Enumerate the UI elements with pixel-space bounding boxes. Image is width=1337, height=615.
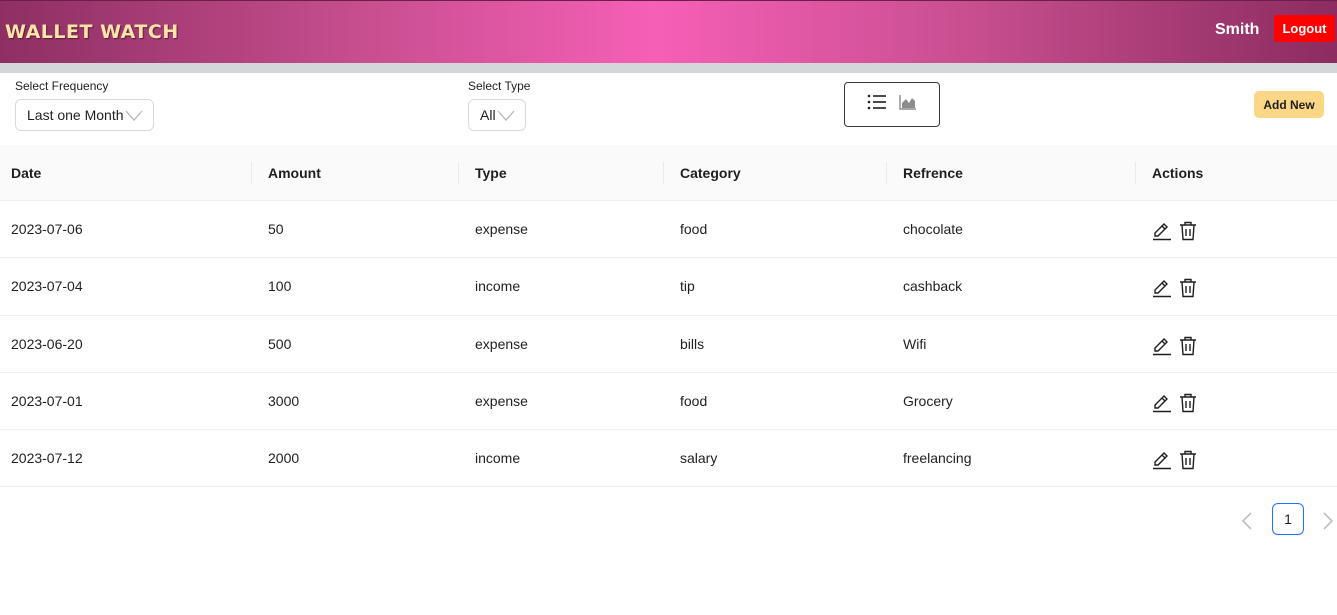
- column-divider: [251, 162, 252, 184]
- area-chart-icon[interactable]: [899, 94, 917, 115]
- view-toggle: [844, 82, 940, 127]
- chevron-right-icon[interactable]: [1320, 510, 1336, 537]
- type-select-value: All: [480, 107, 496, 123]
- chevron-down-icon: [125, 108, 143, 122]
- app-header: WALLET WATCH Smith Logout: [0, 0, 1337, 63]
- column-divider: [886, 162, 887, 184]
- cell-date: 2023-07-06: [11, 221, 83, 237]
- delete-icon[interactable]: [1179, 450, 1197, 475]
- cell-type: income: [475, 450, 521, 467]
- edit-icon[interactable]: [1152, 336, 1172, 361]
- column-divider: [663, 162, 664, 184]
- delete-icon[interactable]: [1179, 336, 1197, 361]
- frequency-select[interactable]: Last one Month: [15, 99, 154, 131]
- cell-amount: 50: [268, 221, 284, 237]
- list-icon[interactable]: [867, 93, 887, 116]
- table-row: 2023-07-04 100 income tip cashback: [0, 258, 1337, 316]
- column-divider: [1135, 162, 1136, 184]
- table-row: 2023-07-12 2000 income salary freelancin…: [0, 430, 1337, 488]
- app-brand: WALLET WATCH: [5, 21, 179, 43]
- edit-icon[interactable]: [1152, 221, 1172, 246]
- type-label: Select Type: [468, 79, 531, 93]
- cell-type: income: [475, 278, 521, 295]
- cell-category: tip: [680, 278, 695, 295]
- frequency-label: Select Frequency: [15, 79, 109, 93]
- row-actions: [1152, 450, 1197, 475]
- cell-date: 2023-07-01: [11, 392, 83, 409]
- table-row: 2023-07-01 3000 expense food Grocery: [0, 373, 1337, 431]
- type-select[interactable]: All: [468, 99, 526, 131]
- column-header-date[interactable]: Date: [11, 145, 41, 201]
- row-actions: [1152, 336, 1197, 361]
- add-new-button[interactable]: Add New: [1254, 91, 1324, 118]
- cell-date: 2023-07-12: [11, 450, 83, 467]
- cell-reference: chocolate: [903, 221, 963, 237]
- cell-reference: Wifi: [903, 335, 927, 352]
- table-row: 2023-06-20 500 expense bills Wifi: [0, 316, 1337, 373]
- delete-icon[interactable]: [1179, 278, 1197, 303]
- table-row: 2023-07-06 50 expense food chocolate: [0, 201, 1337, 259]
- chevron-left-icon[interactable]: [1239, 510, 1255, 537]
- cell-date: 2023-07-04: [11, 278, 83, 295]
- cell-amount: 2000: [268, 450, 300, 467]
- cell-type: expense: [475, 335, 528, 352]
- edit-icon[interactable]: [1152, 450, 1172, 475]
- row-actions: [1152, 278, 1197, 303]
- pagination-page-1[interactable]: 1: [1272, 503, 1304, 535]
- edit-icon[interactable]: [1152, 393, 1172, 418]
- cell-category: food: [680, 392, 708, 409]
- logout-button[interactable]: Logout: [1274, 15, 1335, 42]
- cell-reference: freelancing: [903, 450, 972, 467]
- header-divider: [0, 63, 1337, 73]
- chevron-down-icon: [497, 108, 515, 122]
- cell-type: expense: [475, 221, 528, 237]
- cell-reference: Grocery: [903, 392, 953, 409]
- cell-date: 2023-06-20: [11, 335, 83, 352]
- row-actions: [1152, 221, 1197, 246]
- cell-type: expense: [475, 392, 528, 409]
- cell-amount: 3000: [268, 392, 300, 409]
- edit-icon[interactable]: [1152, 278, 1172, 303]
- delete-icon[interactable]: [1179, 221, 1197, 246]
- column-divider: [458, 162, 459, 184]
- cell-category: food: [680, 221, 708, 237]
- cell-category: bills: [680, 335, 705, 352]
- column-header-actions: Actions: [1152, 165, 1204, 181]
- row-actions: [1152, 393, 1197, 418]
- column-header-amount[interactable]: Amount: [268, 145, 321, 201]
- transactions-table: Date Amount Type Category Refrence Actio…: [0, 145, 1337, 488]
- cell-reference: cashback: [903, 278, 963, 295]
- column-header-category[interactable]: Category: [680, 145, 741, 201]
- column-header-reference[interactable]: Refrence: [903, 145, 963, 201]
- frequency-select-value: Last one Month: [27, 107, 124, 123]
- table-header: Date Amount Type Category Refrence Actio…: [0, 145, 1337, 201]
- cell-amount: 100: [268, 278, 292, 295]
- cell-amount: 500: [268, 335, 292, 352]
- username-label: Smith: [1215, 21, 1260, 38]
- cell-category: salary: [680, 450, 718, 467]
- column-header-type[interactable]: Type: [475, 145, 507, 201]
- delete-icon[interactable]: [1179, 393, 1197, 418]
